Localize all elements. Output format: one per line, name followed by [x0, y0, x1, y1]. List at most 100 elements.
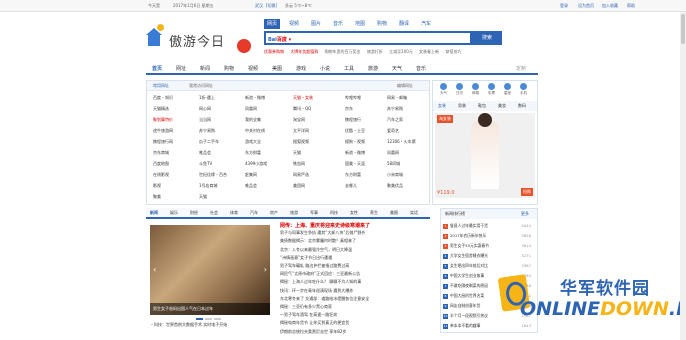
site-link[interactable]: 去哪儿 — [345, 183, 357, 189]
site-link[interactable]: 苏宁易购 — [199, 128, 215, 134]
site-link[interactable]: 携程旅行网 — [153, 139, 173, 145]
news-tab[interactable]: 社会 — [210, 210, 218, 216]
photo-subtext[interactable]: ・科技：世界首例大数据手术 实时电子开始 — [150, 322, 270, 328]
site-link[interactable]: 聚划算特价 — [153, 117, 173, 123]
site-link[interactable]: 世纪佳缘・百合 — [199, 172, 227, 178]
site-link[interactable]: 凤凰网 — [245, 106, 257, 112]
news-tab[interactable]: 军事 — [310, 210, 318, 216]
help-link[interactable]: 帮助 — [627, 3, 635, 9]
site-link[interactable]: 途牛旅游网 — [153, 128, 173, 134]
login-link[interactable]: 登录 — [560, 3, 568, 9]
site-link[interactable]: 4399小游戏 — [245, 161, 267, 167]
site-link[interactable]: 京东商城 — [153, 150, 169, 156]
site-link[interactable]: 1号店商城 — [199, 183, 218, 189]
promo-badge-icon[interactable] — [237, 39, 251, 53]
tab-digital[interactable]: 数码 — [518, 103, 526, 109]
site-link[interactable]: 搜狐视频 — [293, 139, 309, 145]
news-item[interactable]: 快讯：环一步在青年巡演现场 遇到大爆炸 — [280, 288, 430, 294]
search-engine-selector[interactable]: Bai百度 ▾ — [268, 36, 291, 43]
tab-common-sites[interactable]: 常用网址 — [153, 83, 169, 89]
search-tab-map[interactable]: 地图 — [352, 19, 368, 29]
tab-frequent-sites[interactable]: 我常访问网址 — [189, 83, 213, 89]
site-link[interactable]: 美团网 — [293, 183, 305, 189]
hot-list-item[interactable]: 1 鲁昌人过年最实用干货 4044 — [443, 223, 537, 233]
search-tab-car[interactable]: 汽车 — [418, 19, 434, 29]
news-tab[interactable]: 房产 — [270, 210, 278, 216]
news-tab[interactable]: 美图 — [390, 210, 398, 216]
nav-item-music[interactable]: 音乐 — [416, 65, 426, 72]
hot-link[interactable]: 购物车里的百万奖金 — [325, 49, 361, 54]
carousel-dot[interactable] — [214, 318, 221, 320]
site-link[interactable]: 1折·遇上 — [199, 95, 215, 101]
search-button[interactable]: 搜索 — [472, 31, 502, 45]
site-link[interactable]: 苏宁易购 — [387, 106, 403, 112]
scrollbar[interactable] — [680, 12, 686, 340]
site-link[interactable]: 天猫精选 — [153, 106, 169, 112]
site-link[interactable]: 唯品会 — [245, 183, 257, 189]
news-item[interactable]: 男子与同事发生争执 遭其“大卸八块”后抛尸野外 — [280, 230, 430, 236]
site-link[interactable]: 网心网 — [199, 106, 211, 112]
news-photo[interactable]: ‹ › 男生女子爸妈出国人气在日本过年 — [150, 225, 270, 315]
nav-item-shopping[interactable]: 购物 — [224, 65, 234, 72]
hot-list-item[interactable]: 2 2017年农历新年快乐 3856 — [443, 233, 537, 243]
news-item[interactable]: “诗情画意”女子节日出行遭遇 — [280, 255, 430, 261]
search-input[interactable]: Bai百度 ▾ — [264, 31, 472, 45]
site-link[interactable]: 哔哩哔哩 — [345, 95, 361, 101]
mobile-shortcut[interactable]: 手机 — [517, 83, 530, 96]
tab-beauty[interactable]: 美妆 — [498, 103, 506, 109]
site-link[interactable]: 网易・邮箱 — [387, 95, 407, 101]
news-item[interactable]: 东北寒冬来了 交通部：道路结冰提醒各位注意安全 — [280, 296, 430, 302]
news-item[interactable]: 美债数据揭示：北京雾霾何时散？真相来了 — [280, 238, 430, 244]
news-item[interactable]: 网民气“太原市政府”正式回应：三亚最新公告 — [280, 271, 430, 277]
site-link[interactable]: 我的全集 — [245, 117, 261, 123]
site-link[interactable]: 东方财富 — [345, 172, 361, 178]
weather-shortcut[interactable]: 天气 — [437, 83, 450, 96]
news-tab[interactable]: 体育 — [230, 210, 238, 216]
hot-link[interactable]: 穿搭技巧 — [445, 49, 461, 54]
nav-item-tools[interactable]: 工具 — [344, 65, 354, 72]
news-item[interactable]: 揭秘：上海人过年吃什么？ 聊聊不为人知的事 — [280, 279, 430, 285]
site-link[interactable]: 聚美优品 — [387, 183, 403, 189]
site-link[interactable]: 当当网 — [199, 117, 211, 123]
headline-link[interactable]: 网传：上海、重庆将迎来史诗级寒潮来了 — [280, 222, 430, 229]
site-link[interactable]: 京东 — [345, 106, 353, 112]
nav-item-news[interactable]: 新闻 — [200, 65, 210, 72]
site-link[interactable]: 优酷・土豆 — [345, 128, 365, 134]
set-homepage-link[interactable]: 设为首页 — [578, 3, 594, 9]
site-link[interactable]: 腾讯・QQ — [293, 106, 311, 112]
mail-shortcut[interactable]: 邮箱 — [469, 83, 482, 96]
site-link[interactable]: 百度・知识 — [153, 95, 173, 101]
site-link[interactable]: 天猫・女装 — [293, 95, 313, 101]
news-item[interactable]: 北京：入冬以来最强冷空气，明日大降温 — [280, 247, 430, 253]
hot-list-item[interactable]: 3 男生女子50元实惠春节 3614 — [443, 243, 537, 253]
nav-item-travel[interactable]: 旅游 — [368, 65, 378, 72]
nav-item-games[interactable]: 游戏 — [296, 65, 306, 72]
hot-link[interactable]: 女装春上新 — [419, 49, 439, 54]
site-link[interactable]: 在线影视 — [153, 172, 169, 178]
site-link[interactable]: 新浪・微博 — [345, 150, 365, 156]
site-link[interactable]: 赶集网 — [245, 172, 257, 178]
hot-link[interactable]: 大牌年货超值购 — [290, 49, 318, 54]
site-link[interactable]: 影视 — [153, 183, 161, 189]
news-item[interactable]: 伊朗前总统拉夫桑贾尼去世 享年82岁 — [280, 329, 430, 335]
site-link[interactable]: 搜狗・视频 — [345, 139, 365, 145]
site-link[interactable]: 天猫 — [293, 150, 301, 156]
site-link[interactable]: 铁血网 — [293, 161, 305, 167]
nav-item-video[interactable]: 视频 — [248, 65, 258, 72]
hot-link[interactable]: 优惠券购物 — [264, 49, 284, 54]
search-tab-translate[interactable]: 翻译 — [396, 19, 412, 29]
edit-sites-button[interactable]: 编辑网址 — [397, 83, 413, 89]
news-item[interactable]: 一男子驾车酒驾 在高速一路狂奔 — [280, 312, 430, 318]
hot-list-item[interactable]: 4 大学女生宿舍睡衣曝光 3271 — [443, 253, 537, 263]
horoscope-shortcut[interactable]: 星座 — [501, 83, 514, 96]
news-tab[interactable]: 娱乐 — [170, 210, 178, 216]
site-link[interactable]: 游戏大全 — [245, 139, 261, 145]
news-tab[interactable]: 笑话 — [410, 210, 418, 216]
nav-item-photos[interactable]: 美图 — [272, 65, 282, 72]
nav-item-weather[interactable]: 天气 — [392, 65, 402, 72]
site-link[interactable]: 唯品会 — [199, 150, 211, 156]
news-tab[interactable]: 养生 — [370, 210, 378, 216]
site-link[interactable]: 淘宝网 — [293, 117, 305, 123]
news-tab[interactable]: 女性 — [350, 210, 358, 216]
search-tab-image[interactable]: 图片 — [308, 19, 324, 29]
